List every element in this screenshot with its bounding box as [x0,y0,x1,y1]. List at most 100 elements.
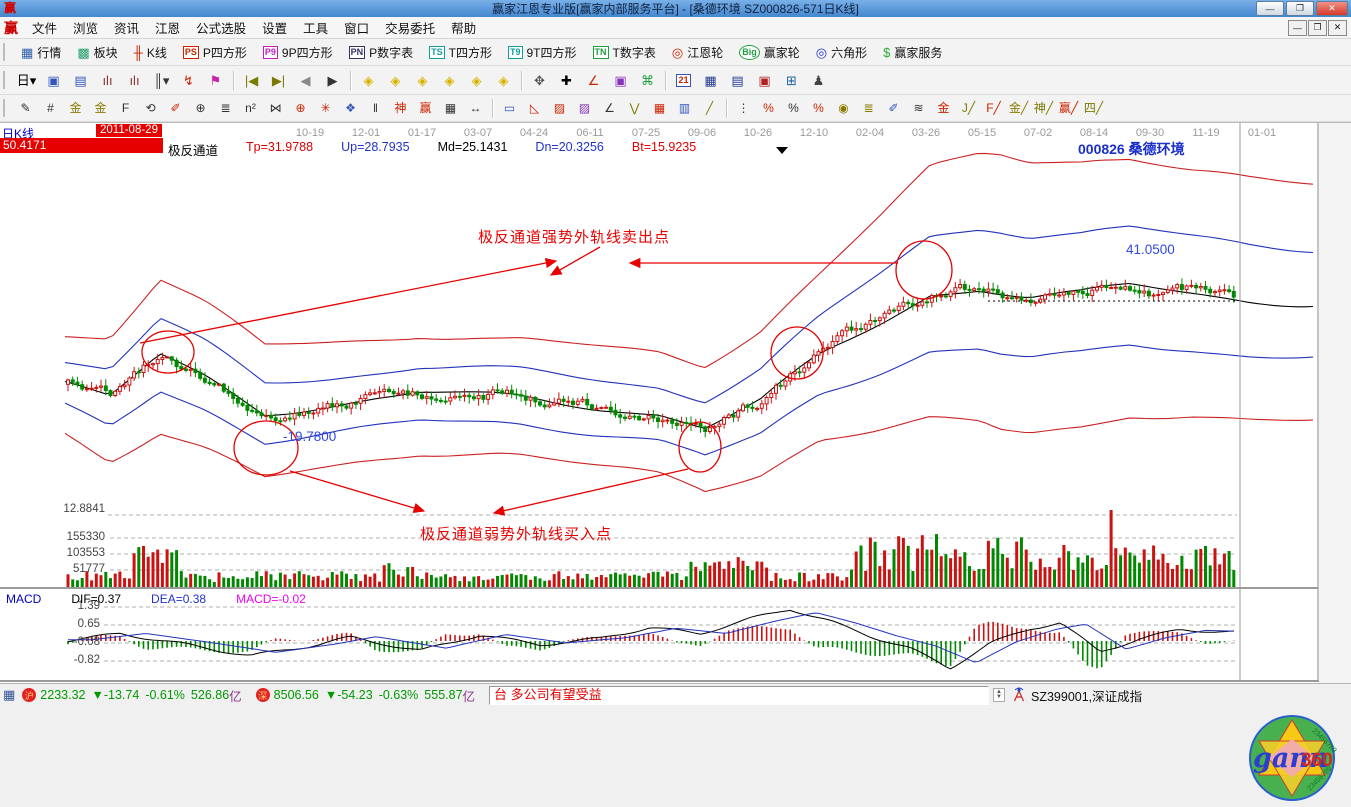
crosshair-tool[interactable]: ✚ [553,68,580,92]
percent-tool[interactable]: % [781,97,806,119]
minimize-button[interactable]: — [1256,1,1284,16]
gold-levels-tool[interactable]: ≣ [856,97,881,119]
sectors-button[interactable]: ▩板块 [69,40,125,64]
p-square-button[interactable]: PSP四方形 [175,40,255,64]
ticker-spinner[interactable]: ▲ ▼ [993,688,1005,702]
diamond-horizontal-icon[interactable]: ◈ [436,68,463,92]
diamond-left-icon[interactable]: ◈ [355,68,382,92]
percent-zigzag-tool[interactable]: % [756,97,781,119]
menu-3[interactable]: 资讯 [106,16,147,39]
gann-compass-tool[interactable]: ⊕ [188,97,213,119]
counter-bars-tool[interactable]: ⋮ [731,97,756,119]
angle-lines-tool[interactable]: ∠ [597,97,622,119]
t-square-button[interactable]: TST四方形 [421,40,500,64]
calendar-tool[interactable]: 21 [670,68,697,92]
n-square-tool[interactable]: n² [238,97,263,119]
close-button[interactable]: ✕ [1316,1,1348,16]
p-number-table-button[interactable]: PNP数字表 [341,40,422,64]
check-lines-tool[interactable]: ⋁ [622,97,647,119]
time-ruler-tool[interactable]: # [38,97,63,119]
monitor-sync-tool[interactable]: ⊞ [778,68,805,92]
quotes-button[interactable]: ▦行情 [13,40,69,64]
mdi-close-button[interactable]: ✕ [1328,20,1347,36]
target-circle-tool[interactable]: ⊕ [288,97,313,119]
prev-button[interactable]: ◀ [292,68,319,92]
ex-rights-icon[interactable]: ↯ [175,68,202,92]
notebook-tool[interactable]: ▤ [724,68,751,92]
diamond-compress-icon[interactable]: ◈ [463,68,490,92]
chart-area[interactable]: 日K线 2011-08-29 50.4171 极反通道 Tp=31.9788 U… [0,122,1351,683]
ma9-bars-icon[interactable]: ılı [121,68,148,92]
next-button[interactable]: ▶ [319,68,346,92]
gold-angle-tool[interactable]: 金╱ [1006,97,1031,119]
fan-lines-tool[interactable]: ◺ [522,97,547,119]
gold-levels-red-tool[interactable]: 金 [931,97,956,119]
menu-2[interactable]: 浏览 [65,16,106,39]
chart-layout-icon[interactable]: ▣ [40,68,67,92]
angle-pointer-tool[interactable]: ∠ [580,68,607,92]
diamond-vertical-icon[interactable]: ◈ [409,68,436,92]
pattern-tool[interactable]: ⌘ [634,68,661,92]
shen-grid-tool[interactable]: 神 [388,97,413,119]
winner-service-button[interactable]: $赢家服务 [875,40,950,64]
flag-marker-icon[interactable]: ⚑ [202,68,229,92]
candle-style-dropdown[interactable]: ║▾ [148,68,175,92]
brush-tool[interactable]: ✐ [163,97,188,119]
boxed-web-tool[interactable]: ❖ [338,97,363,119]
f-angle-tool[interactable]: F╱ [981,97,1006,119]
save-tool[interactable]: ▣ [751,68,778,92]
vertical-lines-tool[interactable]: ‖ [363,97,388,119]
9p-square-button[interactable]: P99P四方形 [255,40,341,64]
pencil-tool[interactable]: ✎ [13,97,38,119]
gold-gate-h-tool[interactable]: 金 [63,97,88,119]
9t-square-button[interactable]: T99T四方形 [500,40,585,64]
ma3-bars-icon[interactable]: ılı [94,68,121,92]
gann-web-tool[interactable]: ✳ [313,97,338,119]
menu-8[interactable]: 窗口 [336,16,377,39]
grid-123-tool[interactable]: ▦ [438,97,463,119]
hand-pan-tool[interactable]: ✥ [526,68,553,92]
ying-grid-tool[interactable]: 赢 [413,97,438,119]
calculator-tool[interactable]: ▦ [697,68,724,92]
remote-user-tool[interactable]: ♟ [805,68,832,92]
period-day-dropdown[interactable]: 日▾ [13,68,40,92]
maximize-button[interactable]: ❐ [1286,1,1314,16]
fan-box-purple-tool[interactable]: ▨ [572,97,597,119]
current-symbol-label[interactable]: SZ399001,深证成指 [1031,686,1142,705]
menu-1[interactable]: 文件 [24,16,65,39]
ying-angle-tool[interactable]: 赢╱ [1056,97,1081,119]
mdi-minimize-button[interactable]: — [1288,20,1307,36]
hexagon-button[interactable]: ◎六角形 [808,40,875,64]
bar-width-tool[interactable]: ↔ [463,97,488,119]
percent-levels-tool[interactable]: % [806,97,831,119]
last-page-button[interactable]: ▶| [265,68,292,92]
t-number-table-button[interactable]: TNT数字表 [585,40,664,64]
fibonacci-tool[interactable]: F [113,97,138,119]
price-ruler-tool[interactable]: ≣ [213,97,238,119]
info-panel-icon[interactable]: ▤ [67,68,94,92]
shen-angle-tool[interactable]: 神╱ [1031,97,1056,119]
diamond-expand-icon[interactable]: ◈ [490,68,517,92]
menu-10[interactable]: 帮助 [443,16,484,39]
box-select-tool[interactable]: ▭ [497,97,522,119]
shenzhen-index-icon[interactable]: 深 [256,688,270,702]
diamond-right-icon[interactable]: ◈ [382,68,409,92]
first-page-button[interactable]: |◀ [238,68,265,92]
menu-7[interactable]: 工具 [295,16,336,39]
menu-5[interactable]: 公式选股 [188,16,254,39]
gann-wheel-button[interactable]: ◎江恩轮 [664,40,731,64]
mdi-restore-button[interactable]: ❐ [1308,20,1327,36]
four-angle-tool[interactable]: 四╱ [1081,97,1106,119]
wave-band-tool[interactable]: ≋ [906,97,931,119]
winner-wheel-button[interactable]: Big赢家轮 [731,40,808,64]
menu-4[interactable]: 江恩 [147,16,188,39]
menu-9[interactable]: 交易委托 [377,16,443,39]
ink-brush-tool[interactable]: ✐ [881,97,906,119]
spiral-tool[interactable]: ⟲ [138,97,163,119]
mirror-tool[interactable]: ⋈ [263,97,288,119]
j-angle-tool[interactable]: J╱ [956,97,981,119]
red-grid-tool[interactable]: ▦ [647,97,672,119]
fan-box-tool[interactable]: ▨ [547,97,572,119]
blue-grid-tool[interactable]: ▥ [672,97,697,119]
gold-circle-tool[interactable]: ◉ [831,97,856,119]
